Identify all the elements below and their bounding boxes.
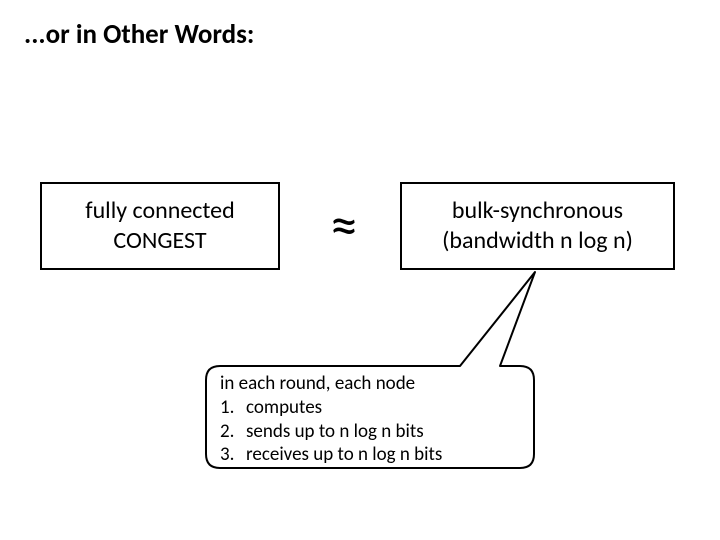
callout-item: 1. computes bbox=[220, 396, 520, 420]
callout-list: 1. computes 2. sends up to n log n bits … bbox=[220, 396, 520, 467]
right-box: bulk-synchronous (bandwidth n log n) bbox=[400, 182, 675, 270]
right-box-line1: bulk-synchronous bbox=[452, 196, 623, 226]
callout-item-num: 3. bbox=[220, 443, 234, 467]
callout-item-num: 2. bbox=[220, 420, 234, 444]
callout-item-text: computes bbox=[246, 396, 322, 419]
callout: in each round, each node 1. computes 2. … bbox=[200, 270, 600, 470]
callout-item-num: 1. bbox=[220, 396, 234, 420]
right-box-line2: (bandwidth n log n) bbox=[442, 226, 633, 256]
left-box-line1: fully connected bbox=[85, 196, 234, 226]
slide-title: ...or in Other Words: bbox=[24, 18, 254, 51]
left-box-line2: CONGEST bbox=[113, 226, 206, 256]
callout-item-text: sends up to n log n bits bbox=[246, 420, 424, 443]
approx-symbol: ≈ bbox=[300, 182, 388, 270]
callout-intro: in each round, each node bbox=[220, 372, 520, 396]
callout-item: 3. receives up to n log n bits bbox=[220, 443, 520, 467]
left-box: fully connected CONGEST bbox=[40, 182, 280, 270]
callout-text: in each round, each node 1. computes 2. … bbox=[220, 372, 520, 467]
callout-item-text: receives up to n log n bits bbox=[246, 443, 442, 466]
callout-item: 2. sends up to n log n bits bbox=[220, 420, 520, 444]
